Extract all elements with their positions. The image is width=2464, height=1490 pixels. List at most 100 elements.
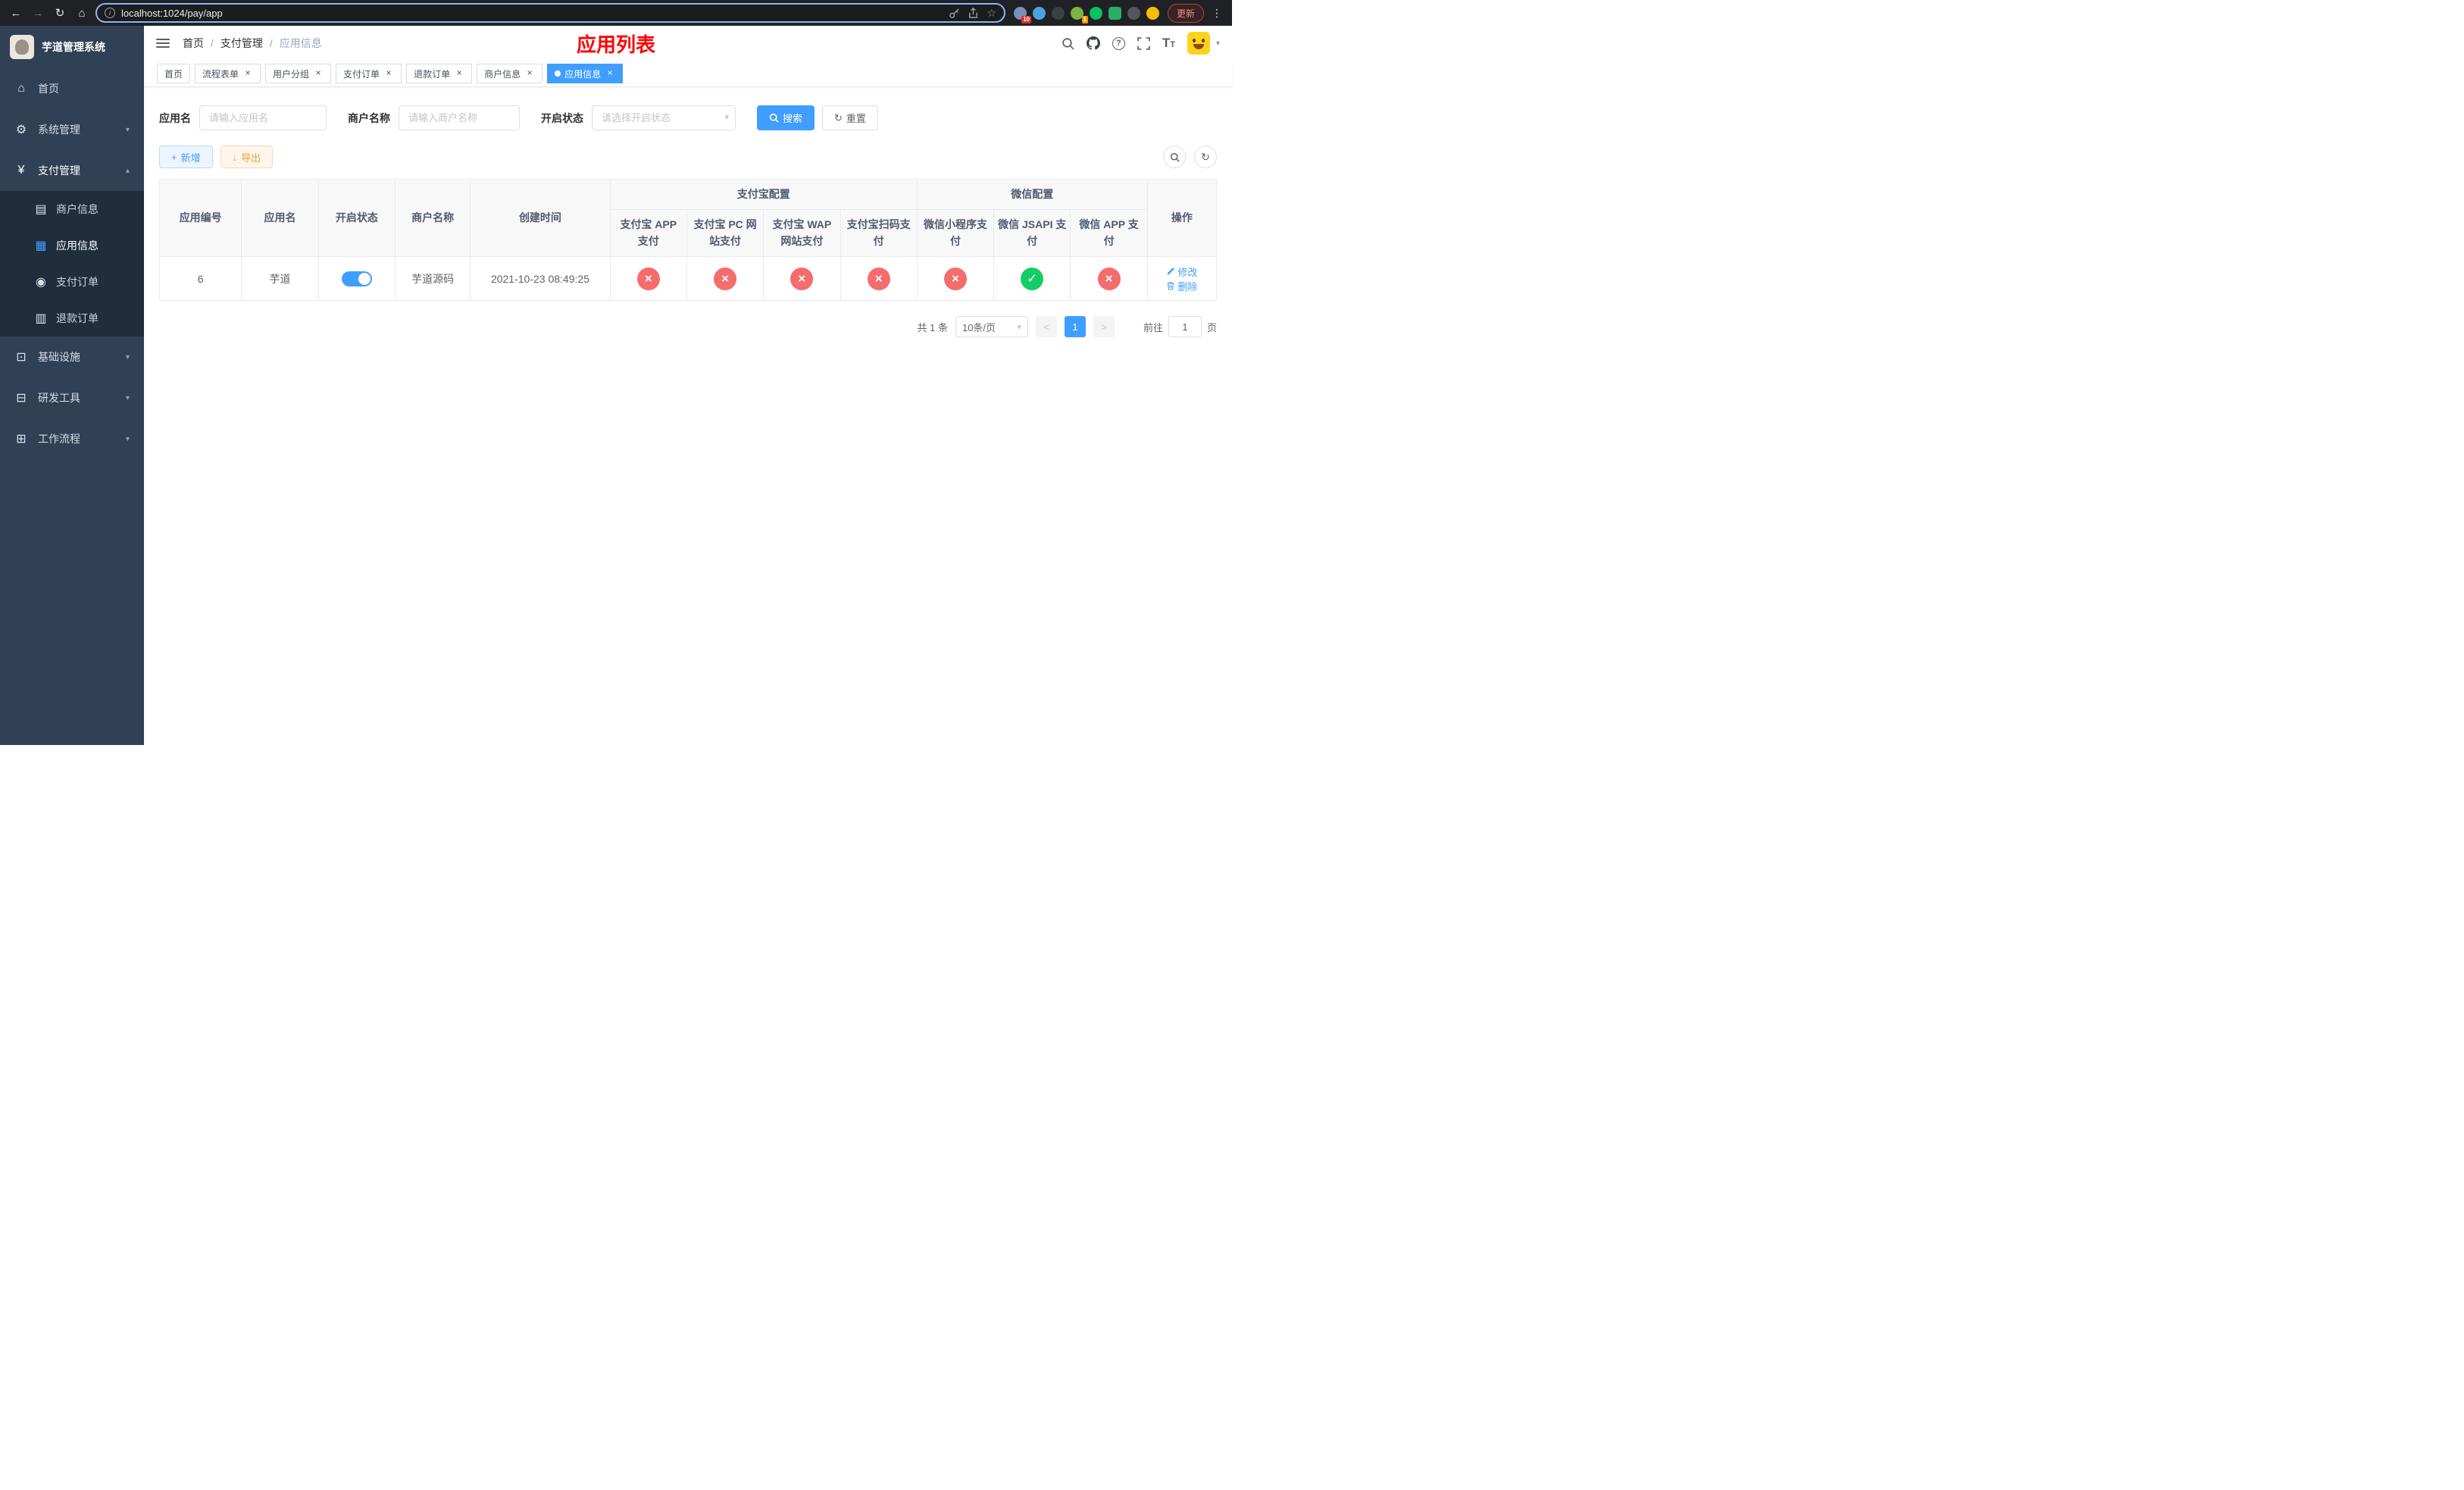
goto-unit: 页 — [1206, 321, 1217, 333]
sidebar-item-refund-orders[interactable]: ▥ 退款订单 — [0, 300, 144, 337]
merchant-name-input[interactable] — [399, 105, 520, 130]
sidebar-item-dev-tools[interactable]: ⊟ 研发工具 ▾ — [0, 377, 144, 418]
extension-icon-3[interactable] — [1051, 6, 1065, 20]
tab-label: 退款订单 — [414, 68, 451, 80]
github-icon[interactable] — [1086, 36, 1100, 50]
col-alipay-qr: 支付宝扫码支付 — [840, 209, 918, 257]
goto-page-input[interactable] — [1168, 316, 1202, 337]
tab-home[interactable]: 首页 — [157, 64, 191, 83]
url-text[interactable]: localhost:1024/pay/app — [121, 8, 223, 19]
export-button[interactable]: ↓ 导出 — [220, 146, 274, 168]
extension-icon-5[interactable] — [1089, 6, 1102, 20]
status-label: 开启状态 — [541, 111, 583, 124]
cell-app-name: 芋道 — [241, 256, 319, 301]
close-icon[interactable]: × — [383, 68, 394, 79]
font-size-icon[interactable]: TT — [1162, 36, 1175, 51]
avatar-caret-icon[interactable]: ▾ — [1216, 39, 1220, 48]
close-icon[interactable]: × — [242, 68, 253, 79]
status-select-input[interactable] — [592, 105, 736, 130]
sidebar-item-pay-orders[interactable]: ◉ 支付订单 — [0, 264, 144, 300]
delete-link[interactable]: 删除 — [1166, 279, 1197, 293]
fullscreen-icon[interactable] — [1137, 36, 1150, 50]
pencil-icon — [1167, 268, 1175, 275]
toolbar: + 新增 ↓ 导出 ↻ — [159, 146, 1217, 168]
refresh-icon: ↻ — [834, 112, 843, 124]
page-info-icon[interactable]: i — [105, 8, 115, 18]
search-icon[interactable] — [1062, 37, 1074, 50]
reload-icon[interactable]: ↻ — [52, 6, 68, 20]
browser-chrome: ← → ↻ ⌂ i localhost:1024/pay/app ☆ 10 1 … — [0, 0, 1232, 26]
tab-refund-orders[interactable]: 退款订单 × — [406, 64, 473, 83]
download-icon: ↓ — [232, 151, 238, 163]
forward-icon[interactable]: → — [30, 7, 46, 20]
prev-page-button[interactable]: < — [1035, 316, 1057, 337]
sidebar-item-workflow[interactable]: ⊞ 工作流程 ▾ — [0, 418, 144, 459]
reset-button[interactable]: ↻ 重置 — [822, 105, 878, 130]
status-toggle[interactable] — [341, 271, 372, 286]
bookmark-star-icon[interactable]: ☆ — [987, 7, 996, 20]
close-icon[interactable]: × — [524, 68, 535, 79]
extension-icon-7[interactable] — [1127, 6, 1140, 20]
sidebar-collapse-icon[interactable] — [156, 39, 170, 48]
refresh-table-button[interactable]: ↻ — [1194, 146, 1217, 168]
browser-home-icon[interactable]: ⌂ — [73, 7, 90, 20]
close-icon[interactable]: × — [454, 68, 464, 79]
merchant-name-label: 商户名称 — [348, 111, 390, 124]
app-name-input[interactable] — [199, 105, 327, 130]
user-avatar[interactable] — [1187, 32, 1210, 55]
chrome-update-button[interactable]: 更新 — [1167, 3, 1204, 23]
back-icon[interactable]: ← — [8, 7, 24, 20]
tab-app-info[interactable]: 应用信息 × — [547, 64, 624, 83]
sidebar-item-system[interactable]: ⚙ 系统管理 ▾ — [0, 109, 144, 150]
sidebar-item-infrastructure[interactable]: ⊡ 基础设施 ▾ — [0, 337, 144, 377]
share-icon[interactable] — [968, 7, 979, 19]
next-page-button[interactable]: > — [1093, 316, 1115, 337]
search-icon — [1170, 152, 1180, 162]
close-icon[interactable]: × — [605, 68, 615, 79]
chevron-down-icon: ▾ — [125, 125, 130, 134]
wx-app-status-icon: × — [1097, 267, 1121, 290]
search-button[interactable]: 搜索 — [757, 105, 815, 130]
tab-process-form[interactable]: 流程表单 × — [195, 64, 261, 83]
browser-menu-icon[interactable]: ⋮ — [1209, 7, 1224, 20]
page-size-select[interactable]: 10条/页 ▾ — [955, 316, 1028, 337]
edit-link[interactable]: 修改 — [1166, 265, 1197, 279]
close-icon[interactable]: × — [313, 68, 324, 79]
extension-icon-2[interactable] — [1032, 6, 1046, 20]
url-bar[interactable]: i localhost:1024/pay/app ☆ — [95, 3, 1005, 23]
search-icon — [769, 113, 779, 123]
sidebar-item-payment[interactable]: ¥ 支付管理 ▴ — [0, 150, 144, 191]
extension-icon-6[interactable] — [1108, 6, 1121, 20]
flow-icon: ⊞ — [16, 433, 27, 446]
sidebar-item-label: 应用信息 — [56, 239, 98, 252]
current-page-button[interactable]: 1 — [1064, 316, 1086, 337]
sidebar-item-label: 研发工具 — [38, 392, 80, 404]
breadcrumb-home[interactable]: 首页 — [183, 36, 204, 51]
chevron-up-icon: ▴ — [125, 166, 130, 175]
extension-icon-1[interactable]: 10 — [1013, 6, 1031, 23]
chevron-down-icon: ▾ — [125, 393, 130, 402]
alipay-pc-status-icon: × — [714, 267, 737, 290]
sidebar-item-label: 退款订单 — [56, 312, 98, 324]
key-icon[interactable] — [949, 8, 960, 19]
table-row: 6 芋道 芋道源码 2021-10-23 08:49:25 × × × × × … — [158, 256, 1218, 301]
profile-avatar-icon[interactable] — [1146, 6, 1159, 20]
sidebar-item-merchant-info[interactable]: ▤ 商户信息 — [0, 191, 144, 227]
sidebar-item-home[interactable]: ⌂ 首页 — [0, 68, 144, 109]
col-alipay-pc: 支付宝 PC 网站支付 — [686, 209, 765, 257]
col-merchant: 商户名称 — [394, 179, 471, 257]
extension-icon-4[interactable]: 1 — [1070, 6, 1088, 23]
breadcrumb-separator: / — [269, 37, 273, 49]
status-select[interactable]: ▾ — [592, 105, 736, 130]
tab-pay-orders[interactable]: 支付订单 × — [336, 64, 402, 83]
sidebar-item-app-info[interactable]: ▦ 应用信息 — [0, 227, 144, 264]
tab-merchant-info[interactable]: 商户信息 × — [477, 64, 543, 83]
tab-user-group[interactable]: 用户分组 × — [265, 64, 332, 83]
help-icon[interactable]: ? — [1112, 36, 1125, 50]
order-icon: ◉ — [36, 276, 46, 289]
breadcrumb-payment[interactable]: 支付管理 — [220, 36, 263, 51]
add-button[interactable]: + 新增 — [159, 146, 213, 168]
col-group-wechat: 微信配置 — [916, 179, 1148, 210]
sidebar-item-label: 基础设施 — [38, 351, 80, 363]
toggle-search-button[interactable] — [1163, 146, 1186, 168]
